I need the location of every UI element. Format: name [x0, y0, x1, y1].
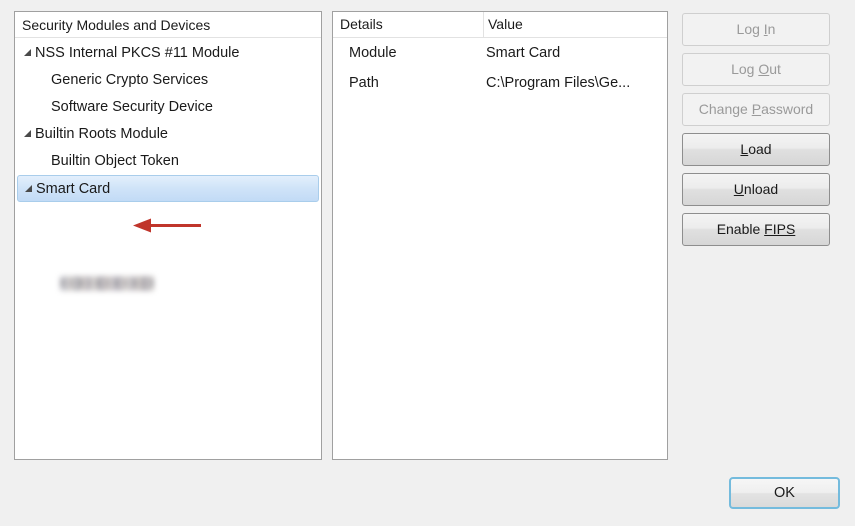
enable-fips-button[interactable]: Enable FIPS	[682, 213, 830, 246]
tree-item-generic-crypto-services[interactable]: Generic Crypto Services	[15, 67, 321, 94]
column-header-details: Details	[340, 16, 383, 32]
column-divider[interactable]	[483, 12, 484, 37]
button-label-prefix: Log	[731, 61, 759, 77]
button-label-suffix: n	[767, 21, 776, 37]
tree-item-smart-card[interactable]: Smart Card	[17, 175, 319, 202]
detail-value: Smart Card	[486, 45, 561, 61]
details-table-body: Module Smart Card Path C:\Program Files\…	[333, 38, 667, 98]
tree-item-software-security-device[interactable]: Software Security Device	[15, 94, 321, 121]
expander-collapse-icon[interactable]	[23, 47, 34, 58]
security-modules-tree[interactable]: NSS Internal PKCS #11 Module Generic Cry…	[15, 38, 321, 291]
tree-item-label: Smart Card	[36, 181, 111, 197]
red-arrow-annotation-icon	[133, 218, 201, 233]
unload-button[interactable]: Unload	[682, 173, 830, 206]
button-accelerator: O	[758, 61, 770, 77]
load-button[interactable]: Load	[682, 133, 830, 166]
tree-item-label: Builtin Roots Module	[35, 126, 168, 142]
detail-label: Module	[349, 45, 397, 61]
button-label-suffix: ut	[769, 61, 781, 77]
log-in-button[interactable]: Log In	[682, 13, 830, 46]
details-panel: Details Value Module Smart Card Path C:\…	[332, 11, 668, 460]
table-row[interactable]: Path C:\Program Files\Ge...	[333, 68, 667, 98]
expander-collapse-icon[interactable]	[24, 183, 35, 194]
button-label-prefix: Enable	[716, 221, 765, 237]
button-label-suffix: oad	[748, 141, 772, 157]
ok-button[interactable]: OK	[729, 477, 840, 509]
detail-value: C:\Program Files\Ge...	[486, 75, 631, 91]
tree-item-redacted-token[interactable]	[60, 276, 154, 291]
button-label-suffix: assword	[761, 101, 814, 117]
tree-item-nss-internal-pkcs-11-module[interactable]: NSS Internal PKCS #11 Module	[15, 40, 321, 67]
security-modules-panel: Security Modules and Devices NSS Interna…	[14, 11, 322, 460]
button-label-prefix: Log	[736, 21, 764, 37]
tree-item-builtin-roots-module[interactable]: Builtin Roots Module	[15, 121, 321, 148]
column-header-value: Value	[488, 16, 523, 32]
button-accelerator: P	[751, 101, 762, 117]
button-label-prefix: Change	[698, 101, 752, 117]
action-button-column: Log In Log Out Change Password Load Unlo…	[682, 13, 830, 253]
detail-label: Path	[349, 75, 379, 91]
security-modules-header: Security Modules and Devices	[15, 12, 321, 38]
button-label-suffix: nload	[743, 181, 779, 197]
tree-item-label: Software Security Device	[51, 99, 213, 115]
button-accelerator: FIPS	[764, 221, 796, 237]
details-table-header: Details Value	[333, 12, 667, 38]
change-password-button[interactable]: Change Password	[682, 93, 830, 126]
tree-item-builtin-object-token[interactable]: Builtin Object Token	[15, 148, 321, 175]
button-accelerator: U	[733, 181, 744, 197]
log-out-button[interactable]: Log Out	[682, 53, 830, 86]
tree-item-label: NSS Internal PKCS #11 Module	[35, 45, 240, 61]
tree-item-label: Generic Crypto Services	[51, 72, 209, 88]
tree-item-label: Builtin Object Token	[51, 153, 179, 169]
expander-collapse-icon[interactable]	[23, 128, 34, 139]
table-row[interactable]: Module Smart Card	[333, 38, 667, 68]
